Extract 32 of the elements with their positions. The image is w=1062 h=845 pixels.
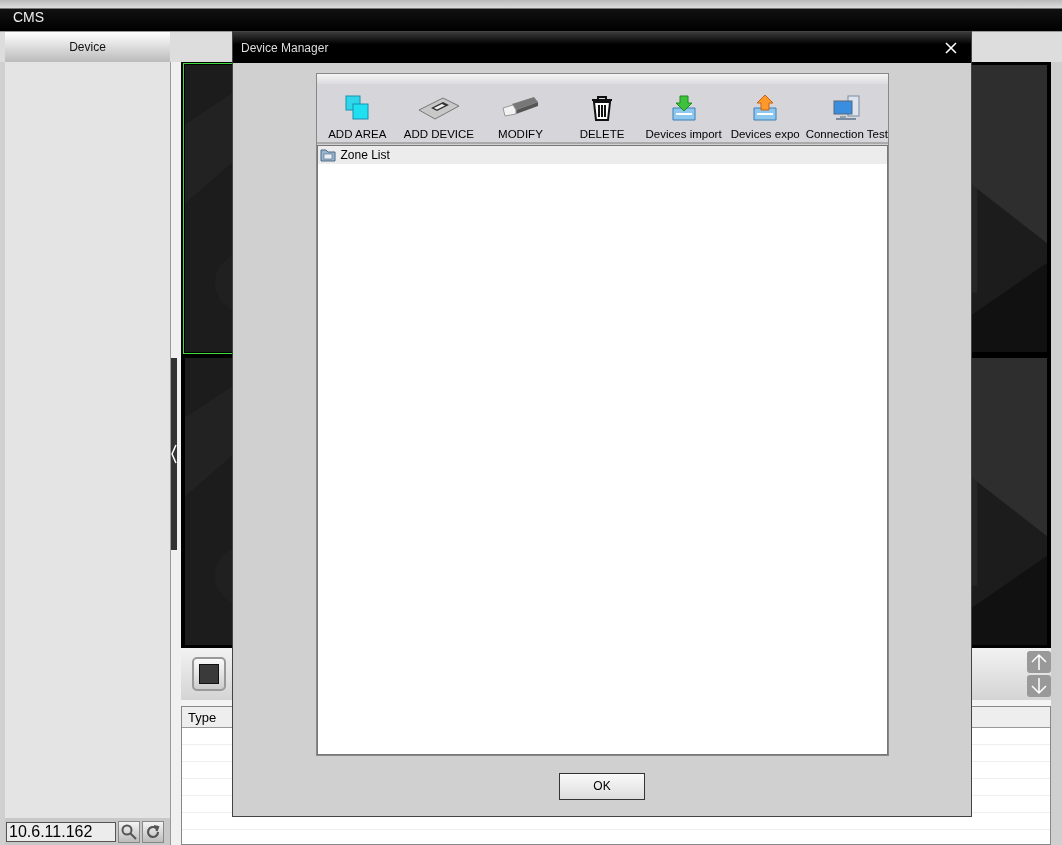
- tab[interactable]: Device: [5, 32, 170, 62]
- up-button[interactable]: [1027, 651, 1051, 673]
- tree-item[interactable]: Zone List: [317, 146, 887, 164]
- toolbar-button[interactable]: ADD DEVICE: [398, 84, 480, 142]
- trash-icon: [589, 94, 615, 122]
- ok-button[interactable]: OK: [559, 772, 645, 800]
- toolbar-button[interactable]: Connection Test: [805, 84, 888, 142]
- computer-icon: [831, 94, 862, 122]
- toolbar-button[interactable]: Devices expo: [724, 84, 806, 142]
- search-button[interactable]: [118, 821, 140, 843]
- close-button[interactable]: [943, 39, 959, 56]
- toolbar-button[interactable]: Devices import: [642, 84, 725, 142]
- refresh-button[interactable]: [142, 821, 164, 843]
- tray-download-icon: [669, 94, 698, 122]
- collapse-handle[interactable]: [171, 358, 177, 550]
- dialog-title: Device Manager: [241, 40, 329, 55]
- down-button[interactable]: [1027, 675, 1051, 697]
- toolbar-button[interactable]: MODIFY: [479, 84, 562, 142]
- refresh-icon: [145, 824, 161, 840]
- arrow-up-icon: [1030, 653, 1048, 671]
- search-icon: [121, 824, 137, 840]
- toolbar-button[interactable]: DELETE: [561, 84, 643, 142]
- squares-icon: [343, 94, 372, 122]
- chevron-left-icon: [171, 444, 177, 464]
- arrow-down-icon: [1030, 677, 1048, 695]
- window-title: CMS: [13, 9, 45, 25]
- toolbar-button[interactable]: ADD AREA: [316, 84, 399, 142]
- close-icon: [943, 39, 959, 56]
- stop-button[interactable]: [192, 657, 226, 691]
- folder-icon: [319, 148, 336, 162]
- tray-upload-icon: [751, 94, 780, 122]
- ip-field[interactable]: 10.6.11.162: [6, 822, 116, 842]
